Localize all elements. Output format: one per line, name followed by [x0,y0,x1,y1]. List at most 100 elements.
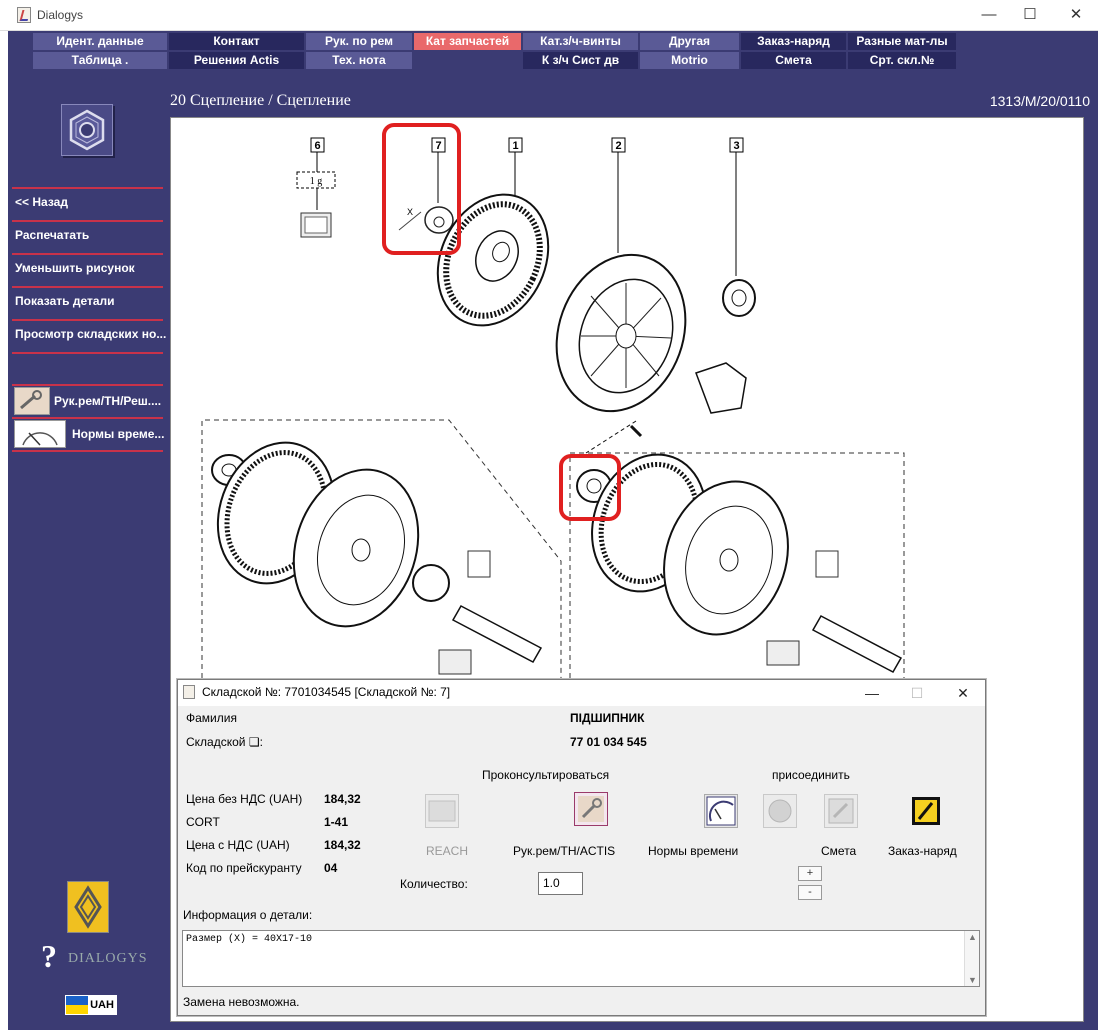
currency-flag: UAH [65,995,117,1015]
price-vat-value: 184,32 [324,838,361,852]
quantity-input[interactable]: 1.0 [538,872,583,895]
callout-3-label: 3 [733,140,739,152]
ukraine-flag-icon [66,996,88,1014]
callout-1-label: 1 [512,140,518,152]
scroll-up-icon[interactable]: ▲ [968,932,977,942]
scroll-down-icon[interactable]: ▼ [968,975,977,985]
reach-label: REACH [426,844,469,858]
callout-7-label: 7 [435,140,441,152]
close-button[interactable]: ✕ [1061,4,1091,26]
tab-actis-solutions[interactable]: Решения Actis [169,52,304,69]
dialog-title: Складской №: 7701034545 [Складской №: 7] [202,685,451,699]
stock-number-value: 77 01 034 545 [570,735,647,749]
nut-logo-icon [61,104,113,156]
dialogys-logo: ? DIALOGYS [38,938,148,974]
tab-motrio[interactable]: Motrio [640,52,739,69]
sidebar-separator [12,384,163,386]
attach-motrio-button[interactable] [763,794,797,828]
dialog-titlebar: Складской №: 7701034545 [Складской №: 7]… [178,680,985,706]
tab-repair-manual[interactable]: Рук. по рем [306,33,412,50]
view-stock-numbers-link[interactable]: Просмотр складских но... [15,327,166,341]
maximize-button[interactable]: ☐ [1015,4,1045,26]
tab-estimate[interactable]: Смета [741,52,846,69]
estimate-button[interactable] [824,794,858,828]
shrink-image-link[interactable]: Уменьшить рисунок [15,261,135,275]
renault-logo-icon [67,881,109,933]
quantity-label: Количество: [400,877,468,891]
repair-manual-label: Рук.рем/ТН/ACTIS [513,844,616,858]
print-link[interactable]: Распечатать [15,228,89,242]
price-vat-label: Цена с НДС (UAH) [186,838,290,852]
callout-7[interactable]: 7 X [398,137,454,234]
clutch-disc-drawing [436,193,550,327]
java-app-icon [17,7,31,23]
pressure-plate-drawing [555,253,687,413]
attach-heading: присоединить [772,768,850,782]
minimize-button[interactable]: — [974,4,1004,26]
currency-code: UAH [88,996,116,1014]
tab-misc-materials[interactable]: Разные мат-лы [848,33,956,50]
illustration-code: 1313/M/20/0110 [989,93,1090,109]
sidebar-separator [12,220,163,222]
time-norms-label: Нормы времени [648,844,739,858]
part-info-text: Размер (X) = 40X17-10 [186,934,313,945]
window-titlebar: Dialogys — ☐ ✕ [0,0,1098,31]
tab-tech-note[interactable]: Тех. нота [306,52,412,69]
quantity-increment-button[interactable]: + [798,866,822,881]
back-link[interactable]: << Назад [15,195,68,209]
cort-value: 1-41 [324,815,349,829]
pricelist-code-value: 04 [324,861,338,875]
callout-6[interactable]: 6 1 g [296,137,336,238]
top-navigation: Идент. данные Контакт Рук. по рем Кат за… [33,33,956,69]
price-net-label: Цена без НДС (UAH) [186,792,303,806]
show-details-link[interactable]: Показать детали [15,294,115,308]
tab-contact[interactable]: Контакт [169,33,304,50]
dialog-close-button[interactable]: ✕ [949,683,977,703]
status-text: Замена невозможна. [183,995,300,1009]
tab-parts-screws[interactable]: Кат.з/ч-винты [523,33,638,50]
price-net-value: 184,32 [324,792,361,806]
sidebar-separator [12,319,163,321]
time-norms-button[interactable] [704,794,738,828]
work-order-label: Заказ-наряд [888,844,957,858]
motrio-icon [768,799,792,823]
part-info-scrollbar[interactable]: ▲ ▼ [964,931,979,986]
repair-manual-link[interactable]: Рук.рем/ТН/Реш.... [14,387,164,417]
time-norms-link[interactable]: Нормы време... [14,420,164,450]
estimate-label: Смета [821,844,857,858]
tab-other[interactable]: Другая [640,33,739,50]
tab-parts-catalog[interactable]: Кат запчастей [414,33,521,50]
window-title: Dialogys [37,8,84,22]
part-info-textarea[interactable]: Размер (X) = 40X17-10 ▲ ▼ [182,930,980,987]
work-order-button[interactable] [909,794,943,828]
tab-stock-sort[interactable]: Срт. скл.№ [848,52,956,69]
speedometer-icon [706,796,736,826]
tab-work-order[interactable]: Заказ-наряд [741,33,846,50]
tab-table[interactable]: Таблица . [33,52,167,69]
tab-ident-data[interactable]: Идент. данные [33,33,167,50]
reach-button[interactable] [425,794,459,828]
sidebar-separator [12,286,163,288]
repair-manual-label: Рук.рем/ТН/Реш.... [54,394,162,408]
speedometer-icon [14,420,66,448]
grease-label: 1 g [310,176,323,187]
dialog-minimize-button[interactable]: — [858,683,886,703]
sidebar-separator [12,253,163,255]
reach-icon [428,800,456,822]
sidebar-separator [12,352,163,354]
callout-2[interactable]: 2 [611,137,626,253]
sidebar-separator [12,450,163,452]
repair-manual-button[interactable] [574,792,608,826]
quantity-decrement-button[interactable]: - [798,885,822,900]
cort-label: CORT [186,815,220,829]
dim-label-x: X [407,207,413,217]
time-norms-label: Нормы време... [72,427,165,441]
callout-2-label: 2 [615,140,621,152]
wrench-icon [14,387,50,415]
consult-heading: Проконсультироваться [482,768,610,782]
tab-engine-system-parts[interactable]: К з/ч Сист дв [523,52,638,69]
callout-1[interactable]: 1 [508,137,523,198]
part-info-label: Информация о детали: [183,908,313,922]
callout-3[interactable]: 3 [729,137,744,276]
kit-left-drawing [211,441,543,675]
